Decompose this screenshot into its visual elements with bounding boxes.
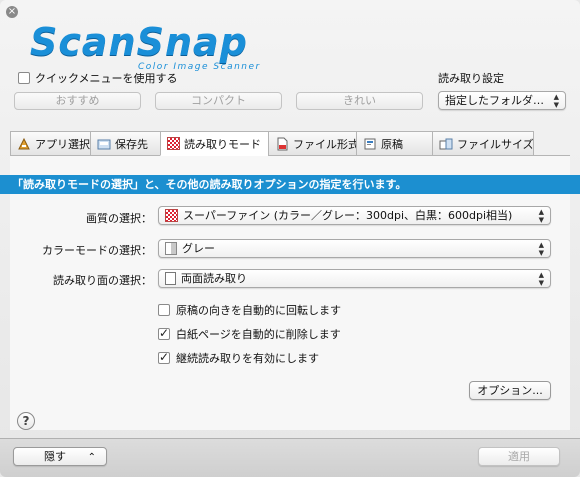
save-destination-icon [97,137,111,151]
quick-menu-label: クイックメニューを使用する [35,72,178,85]
color-mode-value: グレー [182,242,215,255]
tab-paper[interactable]: 原稿 [356,131,432,156]
scan-mode-icon [167,137,180,150]
tab-save-destination[interactable]: 保存先 [90,131,160,156]
help-icon[interactable]: ? [17,412,35,430]
quick-menu-option[interactable]: クイックメニューを使用する [18,70,178,86]
tab-label: 原稿 [381,137,403,151]
quick-menu-checkbox[interactable] [18,72,30,84]
scan-settings-label: 読み取り設定 [438,72,504,85]
hide-label: 隠す [44,450,66,463]
scan-side-select[interactable]: 両面読み取り ▲ ▼ [158,269,551,288]
color-mode-label: カラーモードの選択： [42,244,152,257]
auto-rotate-checkbox[interactable] [158,304,170,316]
file-format-icon [275,137,289,151]
select-arrows-icon: ▲ ▼ [538,207,544,224]
options-button[interactable]: オプション... [469,381,551,400]
continuous-scan-label: 継続読み取りを有効にします [176,352,319,365]
tab-label: 保存先 [115,137,148,151]
select-arrows-icon: ▲ ▼ [538,270,544,287]
scansnap-logo: ScanSnap Color Image Scanner [30,20,259,72]
tab-label: ファイルサイズ [457,137,534,151]
section-banner: 「読み取りモードの選択」と、その他の読み取りオプションの指定を行います。 [0,175,580,194]
image-quality-icon [165,209,178,222]
image-quality-select[interactable]: スーパーファイン (カラー／グレー：300dpi、白黒：600dpi相当) ▲ ▼ [158,206,551,225]
tab-scan-mode[interactable]: 読み取りモード [160,131,268,156]
tab-label: ファイル形式 [293,137,359,151]
image-quality-value: スーパーファイン (カラー／グレー：300dpi、白黒：600dpi相当) [183,209,513,222]
duplex-icon [165,272,176,285]
logo-name: ScanSnap [30,20,248,64]
scan-settings-value: 指定したフォルダ… [445,94,544,107]
scansnap-settings-window: × ScanSnap Color Image Scanner クイックメニューを… [0,0,580,477]
gray-mode-icon [165,242,177,255]
apply-button[interactable]: 適用 [478,447,560,466]
scan-side-value: 両面読み取り [181,272,247,285]
preset-fine-button[interactable]: きれい [296,92,423,110]
tab-label: 読み取りモード [184,137,261,151]
blank-page-checkbox[interactable] [158,326,170,340]
color-mode-select[interactable]: グレー ▲ ▼ [158,239,551,258]
chevron-up-icon: ⌃ [87,452,96,463]
tab-file-size[interactable]: ファイルサイズ [432,131,534,156]
preset-recommended-button[interactable]: おすすめ [14,92,141,110]
select-arrows-icon: ▲ ▼ [553,92,559,109]
preset-compact-button[interactable]: コンパクト [155,92,282,110]
blank-page-option[interactable]: 白紙ページを自動的に削除します [158,326,341,342]
continuous-scan-option[interactable]: 継続読み取りを有効にします [158,350,319,366]
app-select-icon [17,137,31,151]
scan-settings-select[interactable]: 指定したフォルダ… ▲ ▼ [438,91,566,110]
continuous-scan-checkbox[interactable] [158,350,170,364]
image-quality-label: 画質の選択： [86,212,152,225]
tab-app-select[interactable]: アプリ選択 [10,131,90,156]
auto-rotate-option[interactable]: 原稿の向きを自動的に回転します [158,302,341,318]
hide-button[interactable]: 隠す ⌃ [13,447,107,466]
tab-file-format[interactable]: ファイル形式 [268,131,359,156]
tab-label: アプリ選択 [35,137,90,151]
blank-page-label: 白紙ページを自動的に削除します [176,328,341,341]
auto-rotate-label: 原稿の向きを自動的に回転します [176,304,341,317]
tab-bar: アプリ選択 保存先 読み取りモード ファイル形式 原稿 ファイルサイズ [10,131,534,156]
paper-icon [363,137,377,151]
file-size-icon [439,137,453,151]
select-arrows-icon: ▲ ▼ [538,240,544,257]
close-icon[interactable]: × [6,6,18,18]
scan-side-label: 読み取り面の選択： [53,274,152,287]
